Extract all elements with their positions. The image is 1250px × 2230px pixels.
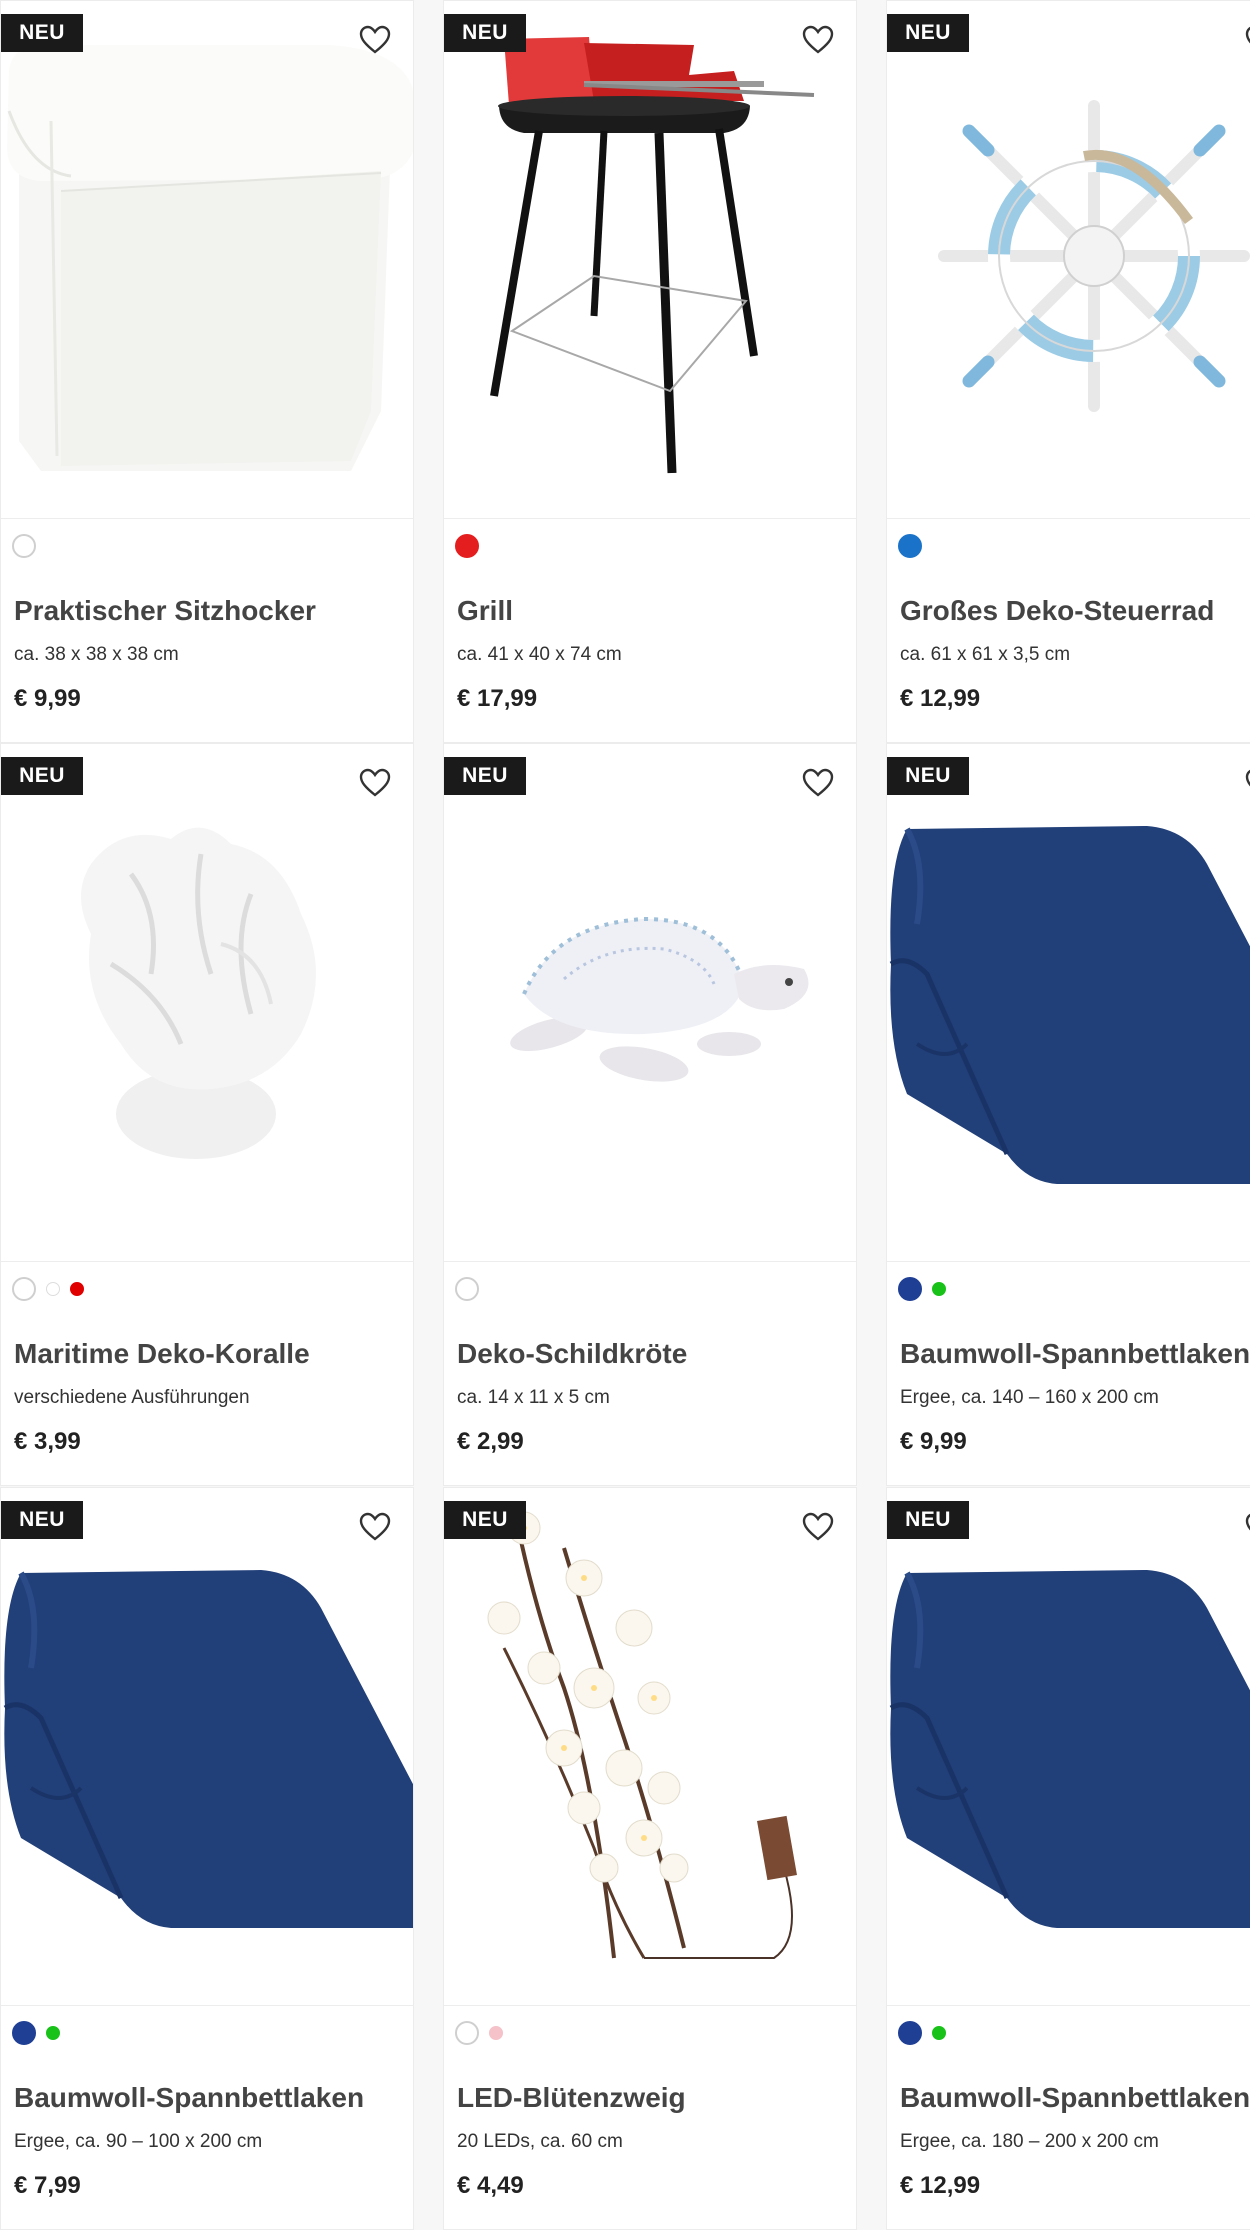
new-badge: NEU xyxy=(1,1501,83,1539)
product-title[interactable]: Baumwoll-Spannbettlaken xyxy=(900,1338,1250,1370)
product-card[interactable]: NEU Praktischer Sitzhocker ca. 38 x 38 x… xyxy=(0,0,414,743)
product-card[interactable]: NEU Baumwoll-Spannbettlaken Ergee, ca. 9… xyxy=(0,1487,414,2230)
card-divider xyxy=(887,518,1250,519)
product-title[interactable]: Maritime Deko-Koralle xyxy=(14,1338,310,1370)
product-price: € 4,49 xyxy=(457,2172,524,2199)
product-card[interactable]: NEU Deko-Schildkröte ca. 14 x 11 x 5 cm … xyxy=(443,743,857,1486)
product-price: € 9,99 xyxy=(900,1428,967,1455)
wishlist-heart-icon[interactable] xyxy=(802,768,834,798)
new-badge: NEU xyxy=(1,14,83,52)
card-divider xyxy=(444,518,856,519)
color-swatches xyxy=(12,533,36,559)
product-description: 20 LEDs, ca. 60 cm xyxy=(457,2131,623,2152)
wishlist-heart-icon[interactable] xyxy=(1245,25,1250,55)
color-swatches xyxy=(455,2020,503,2046)
new-badge: NEU xyxy=(1,757,83,795)
product-title[interactable]: Grill xyxy=(457,595,513,627)
color-swatches xyxy=(898,1276,946,1302)
product-image-led-branch[interactable] xyxy=(444,1488,856,2005)
product-description: ca. 38 x 38 x 38 cm xyxy=(14,644,179,665)
product-price: € 3,99 xyxy=(14,1428,81,1455)
color-swatches xyxy=(12,2020,60,2046)
product-image-fitted-sheet[interactable] xyxy=(887,1488,1250,2005)
wishlist-heart-icon[interactable] xyxy=(1245,1512,1250,1542)
new-badge: NEU xyxy=(444,757,526,795)
product-description: Ergee, ca. 90 – 100 x 200 cm xyxy=(14,2131,263,2152)
color-swatch[interactable] xyxy=(12,1277,36,1301)
color-swatch[interactable] xyxy=(932,1282,946,1296)
color-swatch[interactable] xyxy=(489,2026,503,2040)
product-description: ca. 41 x 40 x 74 cm xyxy=(457,644,622,665)
color-swatch[interactable] xyxy=(12,2021,36,2045)
product-title[interactable]: Deko-Schildkröte xyxy=(457,1338,687,1370)
product-grid: NEU Praktischer Sitzhocker ca. 38 x 38 x… xyxy=(0,0,1250,2230)
color-swatches xyxy=(898,2020,946,2046)
color-swatch[interactable] xyxy=(46,2026,60,2040)
product-price: € 12,99 xyxy=(900,2172,981,2199)
new-badge: NEU xyxy=(887,1501,969,1539)
new-badge: NEU xyxy=(887,14,969,52)
card-divider xyxy=(887,1261,1250,1262)
wishlist-heart-icon[interactable] xyxy=(359,1512,391,1542)
color-swatch[interactable] xyxy=(898,2021,922,2045)
product-card[interactable]: NEU LED-Blütenzweig 20 LEDs, ca. 60 cm €… xyxy=(443,1487,857,2230)
product-price: € 7,99 xyxy=(14,2172,81,2199)
wishlist-heart-icon[interactable] xyxy=(802,1512,834,1542)
color-swatch[interactable] xyxy=(455,1277,479,1301)
wishlist-heart-icon[interactable] xyxy=(802,25,834,55)
card-divider xyxy=(444,2005,856,2006)
product-card[interactable]: NEU Großes Deko-Steuerrad ca. 61 x 61 x … xyxy=(886,0,1250,743)
product-description: verschiedene Ausführungen xyxy=(14,1387,250,1408)
new-badge: NEU xyxy=(444,1501,526,1539)
product-image-fitted-sheet[interactable] xyxy=(1,1488,413,2005)
wishlist-heart-icon[interactable] xyxy=(1245,768,1250,798)
product-title[interactable]: Baumwoll-Spannbettlaken xyxy=(14,2082,364,2114)
product-image-grill[interactable] xyxy=(444,1,856,518)
wishlist-heart-icon[interactable] xyxy=(359,25,391,55)
color-swatches xyxy=(898,533,922,559)
product-description: ca. 14 x 11 x 5 cm xyxy=(457,1387,610,1408)
color-swatch[interactable] xyxy=(70,1282,84,1296)
color-swatches xyxy=(455,1276,479,1302)
product-price: € 17,99 xyxy=(457,685,538,712)
new-badge: NEU xyxy=(887,757,969,795)
color-swatch[interactable] xyxy=(898,534,922,558)
product-description: Ergee, ca. 140 – 160 x 200 cm xyxy=(900,1387,1159,1408)
product-card[interactable]: NEU Baumwoll-Spannbettlaken Ergee, ca. 1… xyxy=(886,743,1250,1486)
product-price: € 2,99 xyxy=(457,1428,524,1455)
product-image-turtle[interactable] xyxy=(444,744,856,1261)
card-divider xyxy=(887,2005,1250,2006)
color-swatch[interactable] xyxy=(455,534,479,558)
product-price: € 9,99 xyxy=(14,685,81,712)
product-card[interactable]: NEU Baumwoll-Spannbettlaken Ergee, ca. 1… xyxy=(886,1487,1250,2230)
product-image-stool[interactable] xyxy=(1,1,413,518)
color-swatch[interactable] xyxy=(455,2021,479,2045)
color-swatches xyxy=(12,1276,84,1302)
product-description: ca. 61 x 61 x 3,5 cm xyxy=(900,644,1071,665)
product-title[interactable]: Baumwoll-Spannbettlaken xyxy=(900,2082,1250,2114)
color-swatch[interactable] xyxy=(932,2026,946,2040)
color-swatch[interactable] xyxy=(46,1282,60,1296)
product-description: Ergee, ca. 180 – 200 x 200 cm xyxy=(900,2131,1159,2152)
product-card[interactable]: NEU Maritime Deko-Koralle verschiedene A… xyxy=(0,743,414,1486)
new-badge: NEU xyxy=(444,14,526,52)
product-card[interactable]: NEU Grill ca. 41 x 40 x 74 cm € 17,99 xyxy=(443,0,857,743)
color-swatches xyxy=(455,533,479,559)
wishlist-heart-icon[interactable] xyxy=(359,768,391,798)
card-divider xyxy=(1,1261,413,1262)
product-title[interactable]: Großes Deko-Steuerrad xyxy=(900,595,1214,627)
product-image-fitted-sheet[interactable] xyxy=(887,744,1250,1261)
color-swatch[interactable] xyxy=(898,1277,922,1301)
product-image-ship-wheel[interactable] xyxy=(887,1,1250,518)
product-title[interactable]: Praktischer Sitzhocker xyxy=(14,595,316,627)
product-image-coral[interactable] xyxy=(1,744,413,1261)
color-swatch[interactable] xyxy=(12,534,36,558)
product-title[interactable]: LED-Blütenzweig xyxy=(457,2082,686,2114)
card-divider xyxy=(1,2005,413,2006)
card-divider xyxy=(444,1261,856,1262)
product-price: € 12,99 xyxy=(900,685,981,712)
card-divider xyxy=(1,518,413,519)
